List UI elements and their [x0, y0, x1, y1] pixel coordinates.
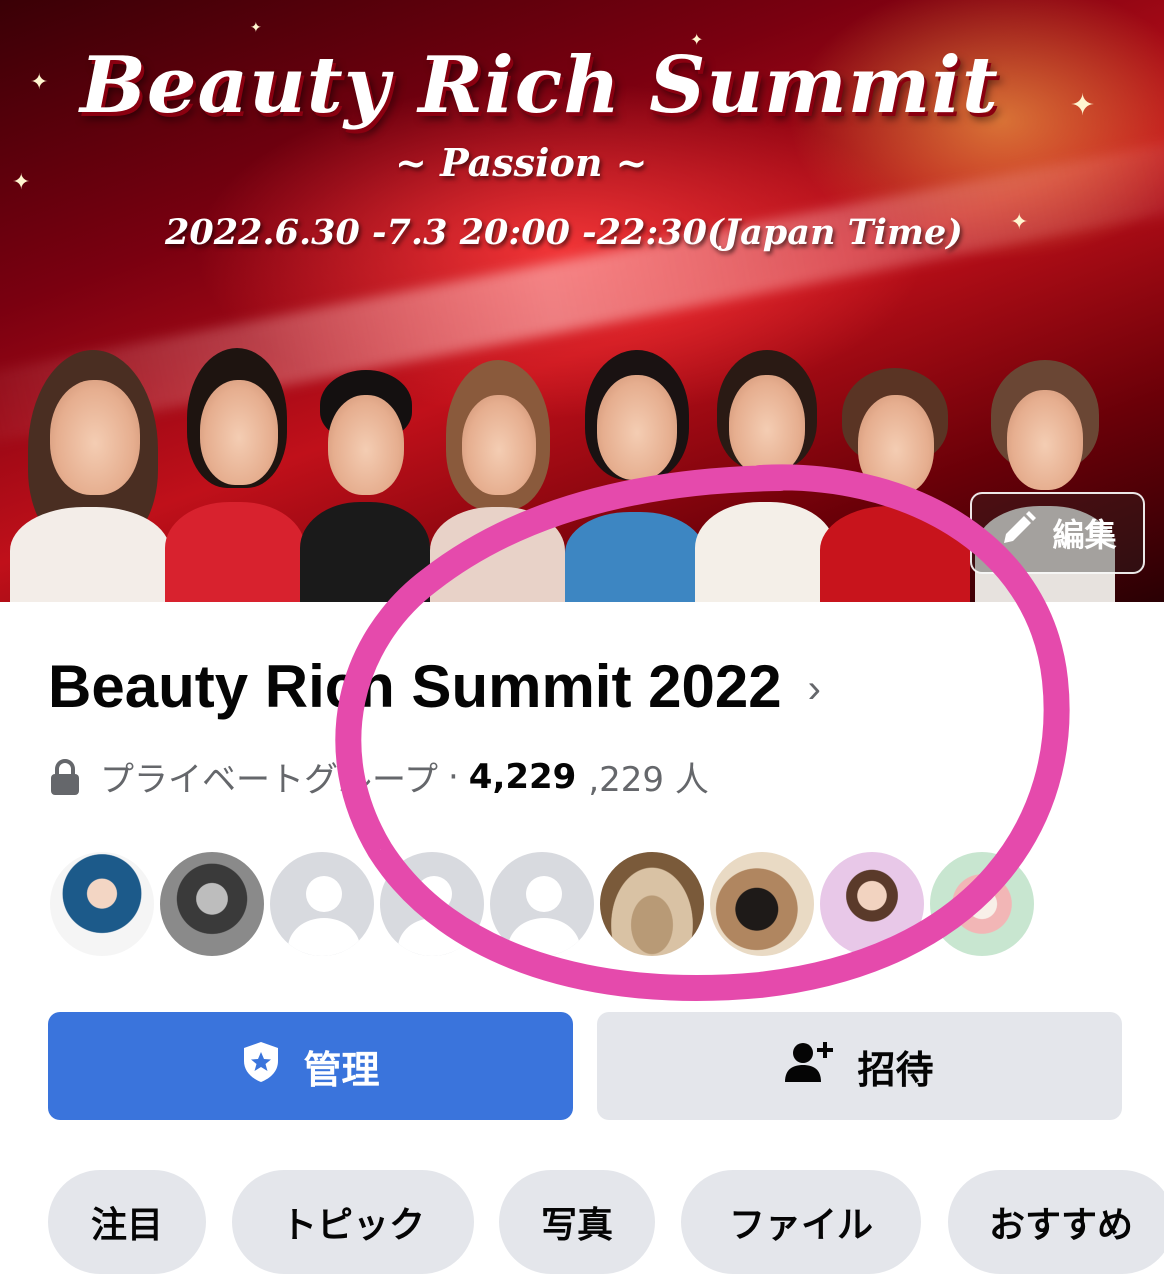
- member-avatars[interactable]: [46, 848, 1164, 962]
- chevron-right-icon: ›: [807, 667, 821, 711]
- sparkle-icon: ✦: [250, 20, 262, 36]
- sparkle-icon: ✦: [12, 170, 31, 195]
- sparkle-icon: ✦: [1010, 210, 1029, 235]
- avatar[interactable]: [926, 848, 1038, 960]
- cover-title: Beauty Rich Summit: [80, 40, 999, 131]
- invite-label: 招待: [857, 1047, 934, 1092]
- pencil-icon: [998, 509, 1038, 557]
- shield-star-icon: [241, 1040, 281, 1093]
- privacy-label: プライベートグループ: [100, 760, 438, 800]
- manage-label: 管理: [303, 1047, 380, 1092]
- edit-cover-button[interactable]: 編集: [970, 492, 1145, 574]
- speaker-figure: [300, 340, 430, 602]
- tab-photos[interactable]: 写真: [499, 1170, 655, 1274]
- tab-featured[interactable]: 注目: [48, 1170, 206, 1274]
- speaker-figure: [10, 340, 170, 602]
- tab-files[interactable]: ファイル: [681, 1170, 921, 1274]
- speaker-figure: [165, 340, 305, 602]
- avatar[interactable]: [596, 848, 708, 960]
- speaker-figure: [695, 340, 835, 602]
- avatar[interactable]: [706, 848, 818, 960]
- group-name-link[interactable]: Beauty Rich Summit 2022 ›: [48, 652, 821, 721]
- group-name: Beauty Rich Summit 2022: [48, 653, 782, 720]
- meta-separator: ·: [447, 756, 459, 797]
- speaker-figure: [430, 340, 565, 602]
- group-tabs: 注目 トピック 写真 ファイル おすすめ: [48, 1170, 1164, 1275]
- speaker-figure: [820, 340, 970, 602]
- cover-subtitle: ~ Passion ~: [395, 140, 648, 185]
- tab-recommended[interactable]: おすすめ: [948, 1170, 1164, 1274]
- speaker-figure: [565, 340, 705, 602]
- invite-button[interactable]: 招待: [597, 1012, 1122, 1120]
- member-count[interactable]: 4,229: [469, 757, 577, 797]
- group-meta: プライベートグループ · 4,229 ,229 人: [50, 752, 709, 801]
- avatar[interactable]: [816, 848, 928, 960]
- avatar[interactable]: [486, 848, 598, 960]
- lock-icon: [50, 758, 80, 796]
- add-person-icon: [785, 1040, 835, 1093]
- manage-button[interactable]: 管理: [48, 1012, 573, 1120]
- sparkle-icon: ✦: [30, 70, 49, 95]
- cover-photo[interactable]: ✦ ✦ ✦ ✦ ✦ ✦ Beauty Rich Summit ~ Passion…: [0, 0, 1164, 602]
- avatar[interactable]: [266, 848, 378, 960]
- edit-cover-label: 編集: [1052, 516, 1117, 554]
- avatar[interactable]: [156, 848, 268, 960]
- tab-topics[interactable]: トピック: [232, 1170, 474, 1274]
- sparkle-icon: ✦: [1070, 88, 1096, 123]
- cover-date: 2022.6.30 -7.3 20:00 -22:30(Japan Time): [165, 212, 963, 253]
- avatar[interactable]: [46, 848, 158, 960]
- member-count-suffix: ,229 人: [588, 760, 709, 800]
- avatar[interactable]: [376, 848, 488, 960]
